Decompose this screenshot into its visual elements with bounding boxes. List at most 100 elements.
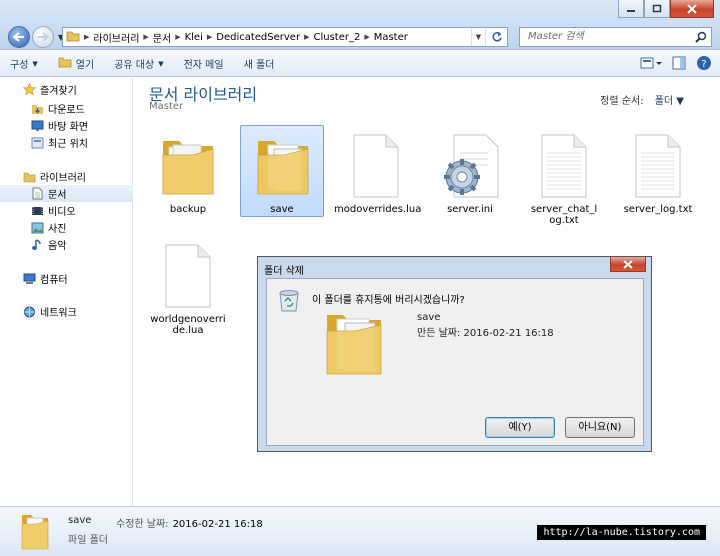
music-note-icon	[30, 238, 44, 252]
computer-icon	[22, 272, 36, 286]
arrange-value: 폴더	[654, 96, 674, 107]
organize-button[interactable]: 구성 ▼	[0, 56, 48, 72]
address-bar[interactable]: ▶ 라이브러리 ▶ 문서 ▶ Klei ▶ DedicatedServer ▶ …	[62, 27, 508, 47]
no-button[interactable]: 아니요(N)	[565, 417, 635, 438]
help-icon[interactable]: ?	[696, 55, 712, 74]
recycle-bin-icon	[277, 287, 301, 316]
sidebar-label: 바탕 화면	[48, 122, 88, 133]
watermark: http://la-nube.tistory.com	[537, 525, 706, 540]
file-item-server-chat-log[interactable]: server_chat_log.txt	[522, 126, 606, 226]
file-item-worldgenoverride[interactable]: worldgenoverride.lua	[146, 236, 230, 336]
sidebar-item-computer[interactable]: 컴퓨터	[0, 270, 133, 287]
file-item-backup[interactable]: backup	[146, 126, 230, 218]
breadcrumb-klei[interactable]: Klei	[182, 32, 206, 43]
status-modified-label: 수정한 날짜:	[116, 519, 169, 530]
breadcrumb-libraries[interactable]: 라이브러리	[90, 30, 142, 45]
delete-folder-dialog: 폴더 삭제 이 폴더를 휴지통에 버리시겠습니까? save 만든 날짜: 20…	[257, 256, 652, 452]
email-button[interactable]: 전자 메일	[174, 56, 234, 71]
sidebar-item-music[interactable]: 음악	[0, 236, 133, 253]
sidebar-label: 최근 위치	[48, 139, 88, 150]
pictures-icon	[30, 221, 44, 235]
maximize-icon[interactable]	[644, 0, 670, 18]
sidebar-item-desktop[interactable]: 바탕 화면	[0, 117, 133, 134]
sidebar-item-documents[interactable]: 문서	[0, 185, 133, 202]
file-name: server_log.txt	[623, 204, 693, 215]
dialog-body: 이 폴더를 휴지통에 버리시겠습니까? save 만든 날짜: 2016-02-…	[266, 278, 644, 446]
sidebar-label: 네트워크	[40, 308, 77, 319]
breadcrumb-dedicatedserver[interactable]: DedicatedServer	[213, 32, 303, 43]
title-bar: ▼ ▶ 라이브러리 ▶ 문서 ▶ Klei ▶ DedicatedServer …	[0, 0, 720, 50]
view-options-icon[interactable]	[640, 56, 662, 73]
blank-file-icon	[342, 130, 410, 202]
sidebar-item-favorites[interactable]: 즐겨찾기	[0, 81, 133, 98]
blank-file-icon	[154, 240, 222, 312]
libraries-icon	[22, 170, 36, 184]
open-folder-icon	[58, 56, 72, 71]
text-file-icon	[530, 130, 598, 202]
sidebar-label: 음악	[48, 241, 67, 252]
folder-icon	[20, 511, 50, 554]
chevron-right-icon[interactable]: ▶	[142, 33, 149, 41]
status-modified: 수정한 날짜: 2016-02-21 16:18	[116, 515, 263, 530]
breadcrumb-cluster[interactable]: Cluster_2	[310, 32, 363, 43]
sidebar-item-pictures[interactable]: 사진	[0, 219, 133, 236]
sidebar-item-downloads[interactable]: 다운로드	[0, 100, 133, 117]
arrange-dropdown[interactable]: 폴더 ▼	[655, 96, 684, 107]
sidebar-item-videos[interactable]: 비디오	[0, 202, 133, 219]
settings-file-icon	[436, 130, 504, 202]
forward-arrow-icon[interactable]	[32, 26, 54, 48]
share-button[interactable]: 공유 대상 ▼	[104, 56, 173, 72]
address-dropdown-icon[interactable]: ▼	[471, 28, 485, 46]
open-button[interactable]: 열기	[48, 56, 104, 71]
chevron-right-icon[interactable]: ▶	[83, 33, 90, 41]
dialog-item-name: save	[417, 312, 441, 323]
file-item-server-ini[interactable]: server.ini	[428, 126, 512, 218]
preview-pane-icon[interactable]	[672, 56, 686, 73]
sidebar-label: 다운로드	[48, 105, 85, 116]
search-input[interactable]: Master 검색	[519, 27, 712, 47]
close-icon[interactable]	[610, 257, 646, 272]
file-item-server-log[interactable]: server_log.txt	[616, 126, 700, 218]
folder-icon	[154, 130, 222, 202]
breadcrumb-master[interactable]: Master	[371, 32, 411, 43]
refresh-icon[interactable]	[485, 28, 507, 46]
file-name: server_chat_log.txt	[530, 204, 598, 226]
navigation-buttons: ▼	[8, 26, 66, 48]
sidebar-item-libraries[interactable]: 라이브러리	[0, 168, 133, 185]
star-icon	[22, 83, 36, 97]
file-name: backup	[169, 204, 207, 215]
chevron-right-icon[interactable]: ▶	[363, 33, 370, 41]
sidebar-label: 사진	[48, 224, 67, 235]
sidebar-label: 문서	[48, 190, 67, 201]
search-icon[interactable]	[695, 31, 707, 50]
minimize-icon[interactable]	[618, 0, 644, 18]
command-bar: 구성 ▼ 열기 공유 대상 ▼ 전자 메일 새 폴더 ?	[0, 51, 720, 77]
chevron-right-icon[interactable]: ▶	[174, 33, 181, 41]
arrange-by: 정렬 순서: 폴더 ▼	[600, 92, 684, 107]
file-name: worldgenoverride.lua	[150, 314, 226, 336]
downloads-folder-icon	[30, 102, 44, 116]
library-subtitle: Master	[149, 101, 184, 112]
sidebar-item-recent[interactable]: 최근 위치	[0, 134, 133, 151]
new-folder-label: 새 폴더	[243, 60, 275, 71]
chevron-right-icon[interactable]: ▶	[206, 33, 213, 41]
sidebar-label: 즐겨찾기	[40, 86, 77, 97]
close-icon[interactable]	[670, 0, 714, 18]
search-placeholder: Master 검색	[528, 31, 584, 42]
yes-button[interactable]: 예(Y)	[485, 417, 555, 438]
text-file-icon	[624, 130, 692, 202]
file-item-save[interactable]: save	[240, 125, 324, 217]
breadcrumb-documents[interactable]: 문서	[150, 30, 174, 45]
sidebar-item-network[interactable]: 네트워크	[0, 303, 133, 320]
file-item-modoverrides[interactable]: modoverrides.lua	[334, 126, 421, 218]
dialog-title: 폴더 삭제	[264, 266, 304, 277]
sidebar-label: 비디오	[48, 207, 76, 218]
chevron-right-icon[interactable]: ▶	[303, 33, 310, 41]
file-name: server.ini	[447, 204, 493, 215]
recent-places-icon	[30, 136, 44, 150]
new-folder-button[interactable]: 새 폴더	[234, 56, 285, 71]
window-controls	[618, 0, 714, 18]
svg-text:?: ?	[701, 59, 706, 70]
back-arrow-icon[interactable]	[8, 26, 30, 48]
share-label: 공유 대상	[114, 60, 155, 71]
